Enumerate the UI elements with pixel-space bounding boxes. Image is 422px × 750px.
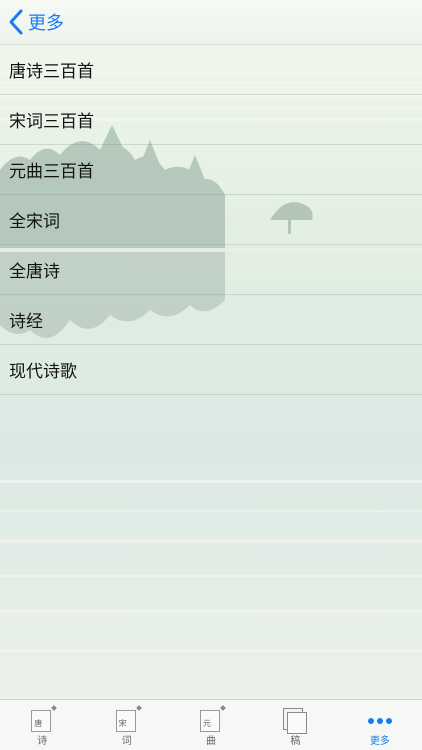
tab-icon-glyph: 唐 bbox=[34, 719, 43, 728]
list-item-label: 元曲三百首 bbox=[9, 162, 94, 182]
tab-label: 更多 bbox=[369, 736, 390, 747]
list-item-complete-tang[interactable]: 全唐诗 bbox=[0, 245, 422, 295]
tab-label: 词 bbox=[121, 736, 132, 747]
tab-bar: 唐 诗 宋 词 元 曲 稿 更多 bbox=[0, 699, 422, 750]
list-item-label: 宋词三百首 bbox=[9, 112, 94, 132]
list-item-label: 全宋词 bbox=[9, 212, 60, 232]
chevron-left-icon bbox=[9, 9, 23, 35]
list-item-label: 诗经 bbox=[9, 312, 43, 332]
document-pen-icon: 唐 bbox=[27, 705, 58, 736]
anthology-list: 唐诗三百首 宋词三百首 元曲三百首 全宋词 全唐诗 诗经 现代诗歌 bbox=[0, 45, 422, 395]
document-pen-icon: 宋 bbox=[112, 705, 142, 736]
tab-icon-glyph: 元 bbox=[203, 719, 212, 728]
tab-qu[interactable]: 元 曲 bbox=[169, 700, 253, 750]
tab-drafts[interactable]: 稿 bbox=[253, 700, 337, 750]
list-item-yuan-300[interactable]: 元曲三百首 bbox=[0, 145, 422, 195]
list-item-song-300[interactable]: 宋词三百首 bbox=[0, 95, 422, 145]
tab-label: 诗 bbox=[37, 736, 48, 747]
document-pen-icon: 元 bbox=[196, 705, 226, 736]
list-item-label: 唐诗三百首 bbox=[9, 62, 94, 82]
tab-more[interactable]: 更多 bbox=[338, 700, 422, 750]
navigation-bar: 更多 bbox=[0, 0, 422, 45]
tab-shi[interactable]: 唐 诗 bbox=[0, 700, 84, 750]
list-item-modern-poetry[interactable]: 现代诗歌 bbox=[0, 345, 422, 395]
stacked-sheets-icon bbox=[280, 706, 310, 736]
list-item-label: 全唐诗 bbox=[9, 262, 60, 282]
list-item-complete-song[interactable]: 全宋词 bbox=[0, 195, 422, 245]
tab-label: 曲 bbox=[206, 736, 217, 747]
more-dots-icon bbox=[365, 706, 395, 736]
tab-label: 稿 bbox=[290, 736, 301, 747]
tab-ci[interactable]: 宋 词 bbox=[84, 700, 168, 750]
list-item-tang-300[interactable]: 唐诗三百首 bbox=[0, 45, 422, 95]
tab-icon-glyph: 宋 bbox=[118, 719, 127, 728]
list-item-shijing[interactable]: 诗经 bbox=[0, 295, 422, 345]
list-item-label: 现代诗歌 bbox=[9, 362, 77, 382]
back-button-label: 更多 bbox=[28, 13, 64, 34]
back-button[interactable]: 更多 bbox=[6, 6, 64, 38]
